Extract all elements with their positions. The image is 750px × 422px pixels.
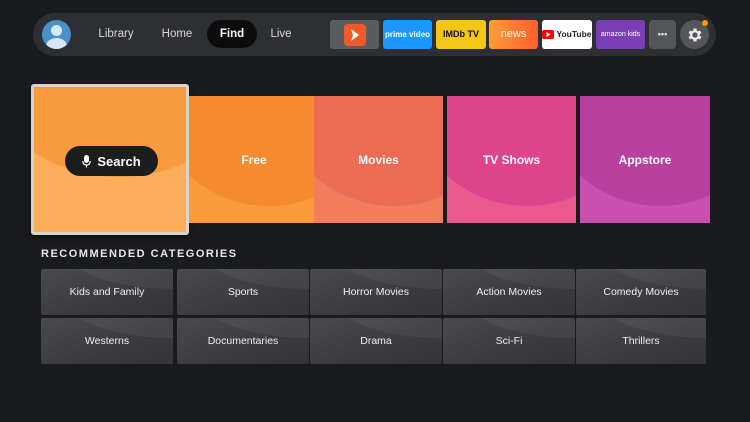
category-tile[interactable]: Comedy Movies xyxy=(576,269,706,315)
category-tile[interactable]: Documentaries xyxy=(177,318,309,364)
amazon-kids-app[interactable]: amazon kids xyxy=(596,20,645,49)
free-tile-swoosh xyxy=(189,96,319,206)
notification-dot xyxy=(702,20,708,26)
youtube-play-icon xyxy=(542,30,555,39)
nav-live[interactable]: Live xyxy=(260,20,302,48)
movies-tile-swoosh xyxy=(314,96,443,206)
youtube-app[interactable]: YouTube xyxy=(542,20,592,49)
appstore-tile-swoosh xyxy=(580,96,710,206)
tv-shows-tile-label: TV Shows xyxy=(482,152,541,167)
category-tile[interactable]: Sci-Fi xyxy=(443,318,575,364)
category-label: Kids and Family xyxy=(69,286,145,298)
search-tile[interactable]: Search xyxy=(31,84,189,235)
free-tile[interactable]: Free xyxy=(189,96,319,223)
category-label: Comedy Movies xyxy=(603,286,679,298)
avatar-head-shape xyxy=(51,25,62,36)
more-apps-button[interactable]: ••• xyxy=(649,20,676,49)
tv-shows-tile[interactable]: TV Shows xyxy=(447,96,576,223)
nav-library[interactable]: Library xyxy=(86,20,146,48)
prime-video-logo-text: prime video xyxy=(385,30,430,39)
profile-avatar[interactable] xyxy=(42,20,71,49)
tv-shows-tile-swoosh xyxy=(447,96,576,206)
movies-tile[interactable]: Movies xyxy=(314,96,443,223)
category-label: Horror Movies xyxy=(343,286,409,298)
imdb-tv-logo-text: IMDb TV xyxy=(443,29,479,39)
nav-home[interactable]: Home xyxy=(149,20,205,48)
news-app[interactable]: news xyxy=(489,20,538,49)
appstore-tile[interactable]: Appstore xyxy=(580,96,710,223)
news-logo-text: news xyxy=(500,28,527,40)
category-label: Sci-Fi xyxy=(495,335,523,347)
orange-arrow-icon xyxy=(343,23,366,46)
youtube-logo-text: YouTube xyxy=(556,29,592,39)
category-tile[interactable]: Sports xyxy=(177,269,309,315)
app-icon-orange-arrow[interactable] xyxy=(330,20,379,49)
category-tile[interactable]: Horror Movies xyxy=(310,269,442,315)
category-label: Thrillers xyxy=(622,335,660,347)
category-tile[interactable]: Thrillers xyxy=(576,318,706,364)
category-label: Westerns xyxy=(84,335,130,347)
prime-video-app[interactable]: prime video xyxy=(383,20,432,49)
appstore-tile-label: Appstore xyxy=(618,152,672,167)
avatar-body-shape xyxy=(46,38,67,49)
microphone-icon xyxy=(82,154,92,167)
search-label: Search xyxy=(97,153,141,169)
imdb-tv-app[interactable]: IMDb TV xyxy=(436,20,486,49)
gear-icon xyxy=(688,28,701,41)
category-tile[interactable]: Drama xyxy=(310,318,442,364)
category-label: Action Movies xyxy=(476,286,542,298)
movies-tile-label: Movies xyxy=(358,152,399,167)
category-tile[interactable]: Action Movies xyxy=(443,269,575,315)
category-label: Documentaries xyxy=(207,335,279,347)
search-button[interactable]: Search xyxy=(65,146,158,176)
category-tile[interactable]: Kids and Family xyxy=(41,269,173,315)
recommended-categories-heading: RECOMMENDED CATEGORIES xyxy=(41,248,238,260)
free-tile-label: Free xyxy=(241,152,267,167)
category-tile[interactable]: Westerns xyxy=(41,318,173,364)
category-label: Sports xyxy=(227,286,259,298)
more-dots-icon: ••• xyxy=(657,29,668,39)
nav-find[interactable]: Find xyxy=(207,20,257,48)
amazon-kids-logo-text: amazon kids xyxy=(600,31,641,38)
category-label: Drama xyxy=(360,335,392,347)
top-navigation-bar: Library Home Find Live prime video IMDb … xyxy=(33,13,716,56)
